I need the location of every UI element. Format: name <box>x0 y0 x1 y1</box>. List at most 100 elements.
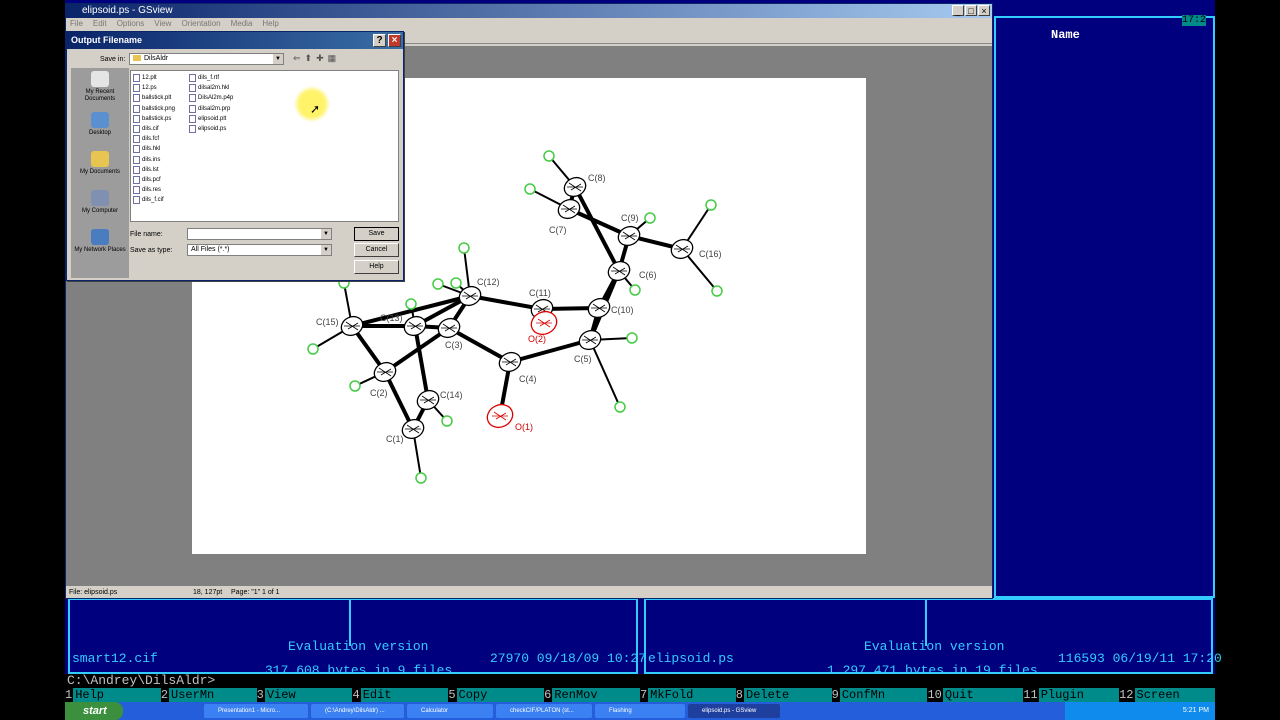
gsview-title: elipsoid.ps - GSview <box>82 5 173 16</box>
place-recent[interactable]: My Recent Documents <box>71 71 129 103</box>
fkey-label: Help <box>73 688 161 702</box>
taskbar-item[interactable]: checkCIF/PLATON (st... <box>496 704 592 718</box>
taskbar-item[interactable]: Presentation1 - Micro... <box>204 704 308 718</box>
taskbar-item[interactable]: Flashing <box>595 704 685 718</box>
fkey-1[interactable]: 1 Help <box>65 688 161 702</box>
menu-options[interactable]: Options <box>117 18 145 30</box>
file-item[interactable]: dils_f.cif <box>133 195 175 205</box>
hydrogen-atom <box>307 343 319 355</box>
file-item[interactable]: elipsoid.plt <box>189 114 233 124</box>
file-item[interactable]: dils.pcf <box>133 175 175 185</box>
place-network[interactable]: My Network Places <box>71 229 129 254</box>
place-my-documents[interactable]: My Documents <box>71 151 129 176</box>
start-button[interactable]: start <box>65 702 123 720</box>
fkey-5[interactable]: 5 Copy <box>448 688 545 702</box>
places-bar: My Recent Documents Desktop My Documents… <box>71 68 129 278</box>
up-folder-icon[interactable]: ⬆ <box>305 53 317 63</box>
status-file: File: elipsoid.ps <box>69 589 118 596</box>
taskbar-item[interactable]: (C:\Andrey\DilsAldr) ... <box>311 704 404 718</box>
dialog-close-button[interactable]: × <box>388 34 401 47</box>
file-item[interactable]: ballstick.plt <box>133 93 175 103</box>
chevron-down-icon: ▼ <box>273 54 283 64</box>
file-item[interactable]: DilsAl2m.p4p <box>189 93 233 103</box>
back-icon[interactable]: ⇐ <box>293 53 305 63</box>
left-current-file[interactable]: smart12.cif <box>72 651 158 666</box>
file-item[interactable]: elipsoid.ps <box>189 124 233 134</box>
atom-label: C(11) <box>529 288 551 298</box>
menu-help[interactable]: Help <box>262 18 278 30</box>
place-label: My Computer <box>81 208 118 214</box>
place-label: My Recent Documents <box>84 89 116 102</box>
fkey-6[interactable]: 6 RenMov <box>544 688 640 702</box>
menu-edit[interactable]: Edit <box>93 18 107 30</box>
save-in-value: DilsAldr <box>144 55 169 62</box>
minimize-button[interactable]: _ <box>952 5 964 16</box>
file-item[interactable]: 12.ps <box>133 83 175 93</box>
file-item[interactable]: 12.plt <box>133 73 175 83</box>
fkey-3[interactable]: 3 View <box>256 688 353 702</box>
file-item[interactable]: dils.fcf <box>133 134 175 144</box>
file-item[interactable]: dils.lst <box>133 165 175 175</box>
file-item[interactable]: dils.res <box>133 185 175 195</box>
fkey-4[interactable]: 4 Edit <box>352 688 449 702</box>
help-question-button[interactable]: ? <box>373 34 386 47</box>
menu-view[interactable]: View <box>154 18 171 30</box>
menu-media[interactable]: Media <box>231 18 253 30</box>
save-button[interactable]: Save <box>354 227 399 241</box>
atom-label: C(3) <box>445 340 463 350</box>
taskbar-item[interactable]: Calculator <box>407 704 493 718</box>
place-my-computer[interactable]: My Computer <box>71 190 129 215</box>
view-menu-icon[interactable]: ▦ <box>328 53 341 63</box>
new-folder-icon[interactable]: ✚ <box>316 53 328 63</box>
file-item[interactable]: dilsal2m.hkl <box>189 83 233 93</box>
hydrogen-atom <box>711 285 723 297</box>
cancel-button[interactable]: Cancel <box>354 243 399 257</box>
help-button[interactable]: Help <box>354 260 399 274</box>
file-item[interactable]: dils.cif <box>133 124 175 134</box>
fkey-11[interactable]: 11 Plugin <box>1023 688 1120 702</box>
fkey-9[interactable]: 9 ConfMn <box>831 688 928 702</box>
savetype-select[interactable]: All Files (*.*) ▼ <box>187 244 332 256</box>
file-list[interactable]: 12.plt 12.ps ballstick.plt ballstick.png bal… <box>130 70 399 222</box>
file-name: elipsoid.plt <box>198 115 227 122</box>
file-item[interactable]: dilsal2m.prp <box>189 104 233 114</box>
atom-label: C(2) <box>370 388 388 398</box>
close-button[interactable]: × <box>978 5 990 16</box>
file-icon <box>189 74 196 83</box>
save-in-combo[interactable]: DilsAldr ▼ <box>129 53 284 65</box>
filename-input[interactable]: ▼ <box>187 228 332 240</box>
file-item[interactable]: dils.hkl <box>133 144 175 154</box>
clock: 5:21 PM <box>1182 707 1209 714</box>
fkey-8[interactable]: 8 Delete <box>735 688 832 702</box>
desktop-icon <box>91 112 109 128</box>
file-icon <box>189 125 196 134</box>
menu-file[interactable]: File <box>70 18 83 30</box>
fkey-12[interactable]: 12 Screen <box>1119 688 1215 702</box>
file-item[interactable]: dils.ins <box>133 155 175 165</box>
file-name: 12.ps <box>142 85 157 92</box>
menu-orientation[interactable]: Orientation <box>181 18 220 30</box>
fkey-number: 12 <box>1119 688 1135 702</box>
atom-label: C(6) <box>639 270 657 280</box>
fkey-2[interactable]: 2 UserMn <box>160 688 257 702</box>
hydrogen-atom <box>450 277 462 289</box>
maximize-button[interactable]: □ <box>965 5 977 16</box>
savetype-label: Save as type: <box>130 247 173 254</box>
nav-toolbar[interactable]: ⇐⬆✚▦ <box>293 53 340 64</box>
command-line[interactable]: C:\Andrey\DilsAldr> <box>65 674 1215 688</box>
chevron-down-icon: ▼ <box>321 229 331 239</box>
folder-icon <box>133 55 141 62</box>
file-item[interactable]: ballstick.png <box>133 104 175 114</box>
place-label: My Network Places <box>74 247 126 253</box>
file-name: DilsAl2m.p4p <box>198 95 234 102</box>
fkey-10[interactable]: 10 Quit <box>927 688 1024 702</box>
place-desktop[interactable]: Desktop <box>71 112 129 137</box>
file-item[interactable]: ballstick.ps <box>133 114 175 124</box>
atom-label: C(7) <box>549 225 567 235</box>
fkey-7[interactable]: 7 MkFold <box>639 688 736 702</box>
file-item[interactable]: dils_f.rtf <box>189 73 233 83</box>
right-current-file[interactable]: elipsoid.ps <box>648 651 734 666</box>
taskbar-item[interactable]: elipsoid.ps - GSview <box>688 704 780 718</box>
file-name: elipsoid.ps <box>198 126 227 133</box>
atom-label: C(16) <box>699 249 722 259</box>
